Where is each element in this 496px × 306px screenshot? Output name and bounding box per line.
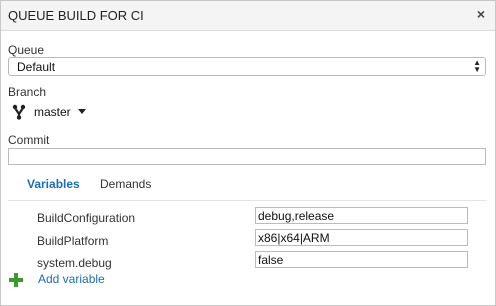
git-branch-icon — [12, 104, 26, 120]
variable-name: BuildConfiguration — [37, 211, 136, 225]
close-icon[interactable]: × — [477, 6, 485, 22]
add-variable-label[interactable]: Add variable — [38, 272, 105, 286]
chevron-down-icon — [78, 109, 86, 114]
variable-name: BuildPlatform — [37, 234, 109, 248]
dialog-titlebar: QUEUE BUILD FOR CI × — [1, 1, 495, 31]
variable-name: system.debug — [37, 256, 112, 270]
tab-variables[interactable]: Variables — [27, 177, 80, 191]
branch-label: Branch — [8, 85, 47, 99]
variable-value-input[interactable] — [255, 207, 468, 224]
queue-select[interactable]: Default ▲ ▼ — [8, 57, 486, 76]
queue-selected-value: Default — [17, 60, 56, 74]
variable-value-input[interactable] — [255, 251, 468, 268]
commit-label: Commit — [8, 133, 50, 147]
queue-label: Queue — [8, 43, 45, 57]
dialog-title: QUEUE BUILD FOR CI — [8, 8, 144, 23]
select-arrows-icon: ▲ ▼ — [473, 58, 481, 74]
queue-build-dialog: QUEUE BUILD FOR CI × Queue Default ▲ ▼ Br… — [0, 0, 496, 306]
plus-icon — [9, 273, 23, 287]
commit-input[interactable] — [8, 148, 486, 165]
branch-name: master — [34, 105, 71, 119]
tab-demands[interactable]: Demands — [100, 177, 151, 191]
variable-value-input[interactable] — [255, 229, 468, 246]
